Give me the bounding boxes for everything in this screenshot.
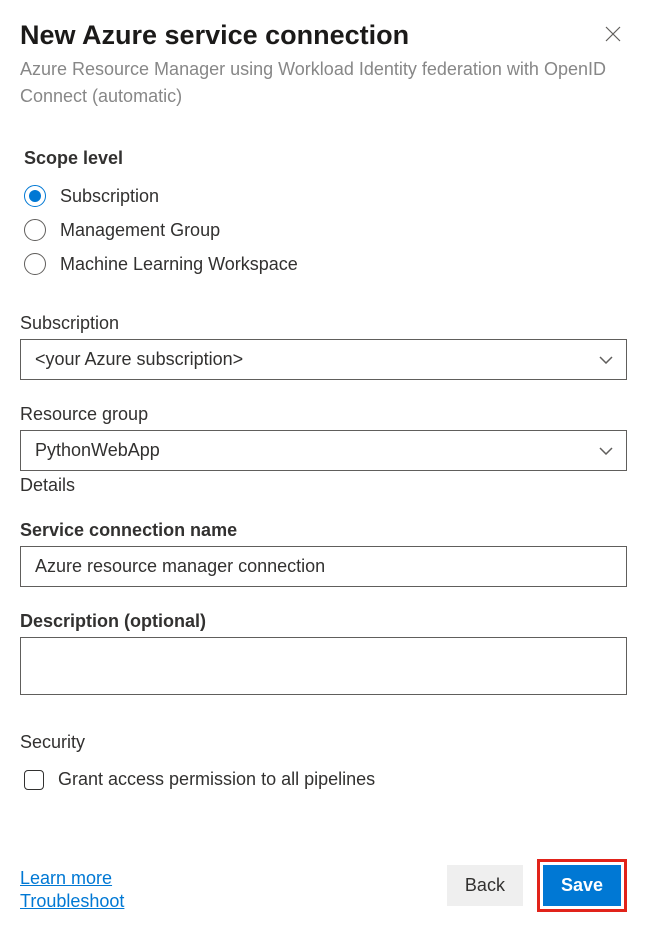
footer-buttons: Back Save: [447, 859, 627, 912]
scope-level-label: Scope level: [24, 148, 627, 169]
close-button[interactable]: [599, 20, 627, 52]
checkbox-icon: [24, 770, 44, 790]
radio-management-group[interactable]: Management Group: [24, 219, 627, 241]
subscription-label: Subscription: [20, 313, 627, 334]
security-heading: Security: [20, 732, 627, 753]
save-button[interactable]: Save: [543, 865, 621, 906]
connection-name-input[interactable]: [20, 546, 627, 587]
radio-label: Subscription: [60, 186, 159, 207]
connection-name-label: Service connection name: [20, 520, 627, 541]
radio-subscription[interactable]: Subscription: [24, 185, 627, 207]
radio-ml-workspace[interactable]: Machine Learning Workspace: [24, 253, 627, 275]
learn-more-link[interactable]: Learn more: [20, 868, 124, 889]
subscription-select[interactable]: [20, 339, 627, 380]
radio-icon: [24, 253, 46, 275]
back-button[interactable]: Back: [447, 865, 523, 906]
description-label: Description (optional): [20, 611, 627, 632]
resource-group-select[interactable]: [20, 430, 627, 471]
description-input[interactable]: [20, 637, 627, 695]
troubleshoot-link[interactable]: Troubleshoot: [20, 891, 124, 912]
close-icon: [605, 26, 621, 42]
radio-icon: [24, 185, 46, 207]
page-subtitle: Azure Resource Manager using Workload Id…: [20, 56, 627, 110]
save-button-highlight: Save: [537, 859, 627, 912]
radio-icon: [24, 219, 46, 241]
scope-radio-group: Subscription Management Group Machine Le…: [24, 185, 627, 275]
radio-label: Machine Learning Workspace: [60, 254, 298, 275]
page-title: New Azure service connection: [20, 20, 409, 51]
resource-group-label: Resource group: [20, 404, 627, 425]
grant-access-checkbox-item[interactable]: Grant access permission to all pipelines: [24, 769, 627, 790]
radio-label: Management Group: [60, 220, 220, 241]
footer-links: Learn more Troubleshoot: [20, 868, 124, 912]
details-label: Details: [20, 475, 627, 496]
checkbox-label: Grant access permission to all pipelines: [58, 769, 375, 790]
